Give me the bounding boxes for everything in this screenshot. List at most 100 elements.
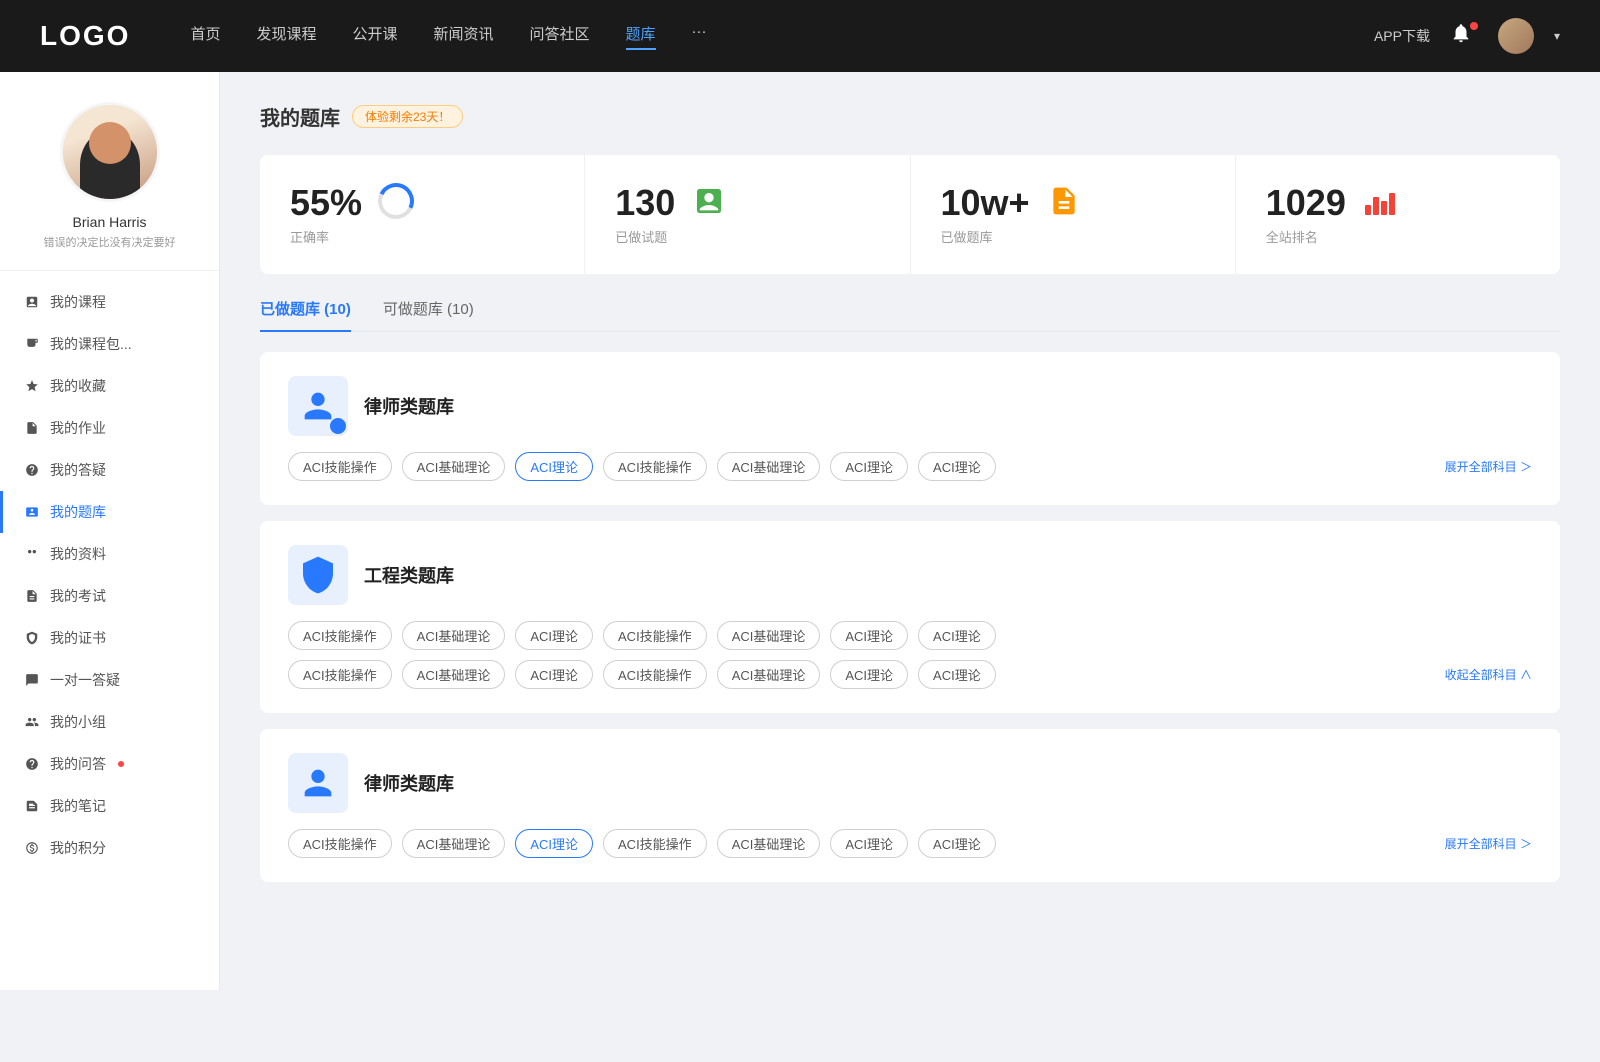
stat-done-banks-label: 已做题库 [941,227,1030,246]
notes-icon [24,798,40,814]
tag-eng-3[interactable]: ACI技能操作 [603,621,707,650]
tag-eng-2[interactable]: ACI理论 [515,621,593,650]
tag-eng-7[interactable]: ACI技能操作 [288,660,392,689]
profile-motto: 错误的决定比没有决定要好 [44,234,176,250]
user-menu-chevron[interactable]: ▾ [1554,29,1560,43]
profile-avatar [60,102,160,202]
stat-accuracy: 55% 正确率 [260,155,585,274]
tab-done-banks[interactable]: 已做题库 (10) [260,298,351,331]
stat-ranking-value: 1029 [1266,183,1346,223]
profile-name: Brian Harris [73,214,147,230]
tag-law1-3[interactable]: ACI技能操作 [603,452,707,481]
ranking-stat-icon [1362,183,1398,219]
tag-law1-0[interactable]: ACI技能操作 [288,452,392,481]
tag-law2-3[interactable]: ACI技能操作 [603,829,707,858]
points-icon [24,840,40,856]
sidebar-item-one-on-one[interactable]: 一对一答疑 [0,659,219,701]
tag-eng-10[interactable]: ACI技能操作 [603,660,707,689]
tag-eng-5[interactable]: ACI理论 [830,621,908,650]
sidebar-item-homework[interactable]: 我的作业 [0,407,219,449]
sidebar-item-my-qa[interactable]: 我的问答 [0,743,219,785]
nav-more[interactable]: ··· [692,23,707,50]
tag-law1-6[interactable]: ACI理论 [918,452,996,481]
tag-eng-0[interactable]: ACI技能操作 [288,621,392,650]
bank-tags-law1: ACI技能操作 ACI基础理论 ACI理论 ACI技能操作 ACI基础理论 AC… [288,452,1532,481]
tag-law1-4[interactable]: ACI基础理论 [717,452,821,481]
notification-bell[interactable] [1450,22,1478,50]
nav-qa[interactable]: 问答社区 [530,23,590,50]
stat-done-banks: 10w+ 已做题库 [911,155,1236,274]
groups-icon [24,714,40,730]
nav-news[interactable]: 新闻资讯 [434,23,494,50]
main-content: 我的题库 体验剩余23天！ 55% 正确率 130 已做试题 [220,72,1600,990]
sidebar-item-certificates[interactable]: 我的证书 [0,617,219,659]
certificates-icon [24,630,40,646]
tag-eng-8[interactable]: ACI基础理论 [402,660,506,689]
exams-icon [24,588,40,604]
stat-done-banks-text: 10w+ 已做题库 [941,183,1030,246]
stat-done-questions-text: 130 已做试题 [615,183,675,246]
my-qa-icon [24,756,40,772]
sidebar-item-courses[interactable]: 我的课程 [0,281,219,323]
tag-eng-1[interactable]: ACI基础理论 [402,621,506,650]
bank-name-engineering: 工程类题库 [364,562,454,588]
user-avatar[interactable] [1498,18,1534,54]
nav-open-courses[interactable]: 公开课 [352,23,397,50]
tag-eng-13[interactable]: ACI理论 [918,660,996,689]
sidebar-item-question-bank[interactable]: 我的题库 [0,491,219,533]
page-title: 我的题库 [260,102,340,131]
stat-accuracy-value: 55% [290,183,362,223]
bank-name-law1: 律师类题库 [364,393,454,419]
collapse-btn-engineering[interactable]: 收起全部科目 ∧ [1445,666,1532,683]
tag-law2-6[interactable]: ACI理论 [918,829,996,858]
tag-eng-9[interactable]: ACI理论 [515,660,593,689]
sidebar-item-points[interactable]: 我的积分 [0,827,219,869]
nav-question-bank[interactable]: 题库 [626,23,656,50]
favorites-icon [24,378,40,394]
questions-stat-icon [691,183,727,219]
tag-law1-1[interactable]: ACI基础理论 [402,452,506,481]
sidebar-item-groups[interactable]: 我的小组 [0,701,219,743]
tag-law1-5[interactable]: ACI理论 [830,452,908,481]
nav-home[interactable]: 首页 [190,23,220,50]
tag-law2-4[interactable]: ACI基础理论 [717,829,821,858]
app-download-btn[interactable]: APP下载 [1374,26,1430,46]
donut-chart-icon [373,178,419,224]
nav-links: 首页 发现课程 公开课 新闻资讯 问答社区 题库 ··· [190,23,1374,50]
bank-section-law2: 律师类题库 ACI技能操作 ACI基础理论 ACI理论 ACI技能操作 ACI基… [260,729,1560,882]
tab-available-banks[interactable]: 可做题库 (10) [383,298,474,331]
stat-ranking-label: 全站排名 [1266,227,1346,246]
nav-discover[interactable]: 发现课程 [256,23,316,50]
tag-law2-0[interactable]: ACI技能操作 [288,829,392,858]
sidebar-item-favorites[interactable]: 我的收藏 [0,365,219,407]
tag-law1-2[interactable]: ACI理论 [515,452,593,481]
tag-eng-4[interactable]: ACI基础理论 [717,621,821,650]
sidebar-label-course-packs: 我的课程包... [50,334,132,354]
sidebar-label-points: 我的积分 [50,838,106,858]
expand-btn-law1[interactable]: 展开全部科目 ＞ [1445,458,1532,475]
questions-icon [24,462,40,478]
sidebar-item-exams[interactable]: 我的考试 [0,575,219,617]
sidebar-item-profile-data[interactable]: 我的资料 [0,533,219,575]
logo: LOGO [40,20,130,52]
tag-law2-1[interactable]: ACI基础理论 [402,829,506,858]
navbar: LOGO 首页 发现课程 公开课 新闻资讯 问答社区 题库 ··· APP下载 … [0,0,1600,72]
tag-eng-12[interactable]: ACI理论 [830,660,908,689]
bank-name-law2: 律师类题库 [364,770,454,796]
bank-header-law1: 律师类题库 [288,376,1532,436]
tabs-row: 已做题库 (10) 可做题库 (10) [260,298,1560,332]
homework-icon [24,420,40,436]
courses-icon [24,294,40,310]
tag-eng-11[interactable]: ACI基础理论 [717,660,821,689]
expand-btn-law2[interactable]: 展开全部科目 ＞ [1445,835,1532,852]
sidebar-item-course-packs[interactable]: 我的课程包... [0,323,219,365]
tag-law2-2[interactable]: ACI理论 [515,829,593,858]
tag-eng-6[interactable]: ACI理论 [918,621,996,650]
bar-chart-icon [1365,187,1395,215]
bank-section-law1: 律师类题库 ACI技能操作 ACI基础理论 ACI理论 ACI技能操作 ACI基… [260,352,1560,505]
page-header: 我的题库 体验剩余23天！ [260,102,1560,131]
sidebar-item-notes[interactable]: 我的笔记 [0,785,219,827]
bank-icon-engineering [288,545,348,605]
tag-law2-5[interactable]: ACI理论 [830,829,908,858]
sidebar-item-questions[interactable]: 我的答疑 [0,449,219,491]
